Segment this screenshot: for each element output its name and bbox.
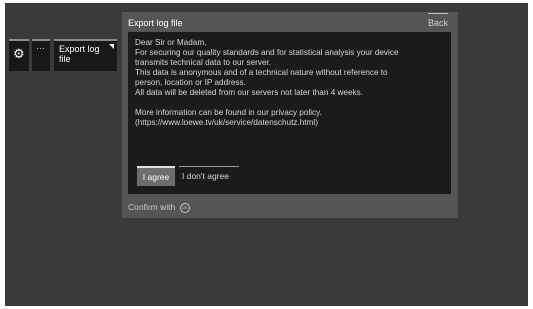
settings-tile[interactable]: ⚙ <box>9 39 29 71</box>
dialog-title: Export log file <box>128 18 183 28</box>
message-line: More information can be found in our pri… <box>135 108 322 117</box>
disagree-button[interactable]: I don't agree <box>179 166 239 186</box>
message-line: transmits technical data to our server. <box>135 58 272 67</box>
confirm-label: Confirm with <box>128 202 176 212</box>
export-log-file-tile[interactable]: Export log file <box>54 39 117 71</box>
privacy-message: Dear Sir or Madam, For securing our qual… <box>135 38 447 128</box>
export-log-file-label: Export log file <box>59 44 100 64</box>
message-line: person, location or IP address. <box>135 78 246 87</box>
more-tile[interactable]: ··· <box>32 39 50 71</box>
message-line: All data will be deleted from our server… <box>135 88 363 97</box>
agree-button[interactable]: I agree <box>137 166 175 186</box>
message-line: Dear Sir or Madam, <box>135 38 207 47</box>
tv-screen: ⚙ ··· Export log file Export log file Ba… <box>5 3 528 306</box>
ok-button-icon: OK <box>179 202 190 213</box>
message-line: For securing our quality standards and f… <box>135 48 399 57</box>
gear-icon: ⚙ <box>13 46 25 61</box>
message-line: (https://www.loewe.tv/uk/service/datensc… <box>135 118 318 127</box>
more-dots-label: ··· <box>36 43 45 53</box>
confirm-hint: Confirm with OK <box>128 202 190 213</box>
message-line: This data is anonymous and of a technica… <box>135 68 388 77</box>
export-log-dialog: Export log file Back Dear Sir or Madam, … <box>122 12 458 218</box>
back-button[interactable]: Back <box>427 13 448 28</box>
dialog-content: Dear Sir or Madam, For securing our qual… <box>128 32 451 194</box>
corner-marker-icon <box>109 44 114 49</box>
